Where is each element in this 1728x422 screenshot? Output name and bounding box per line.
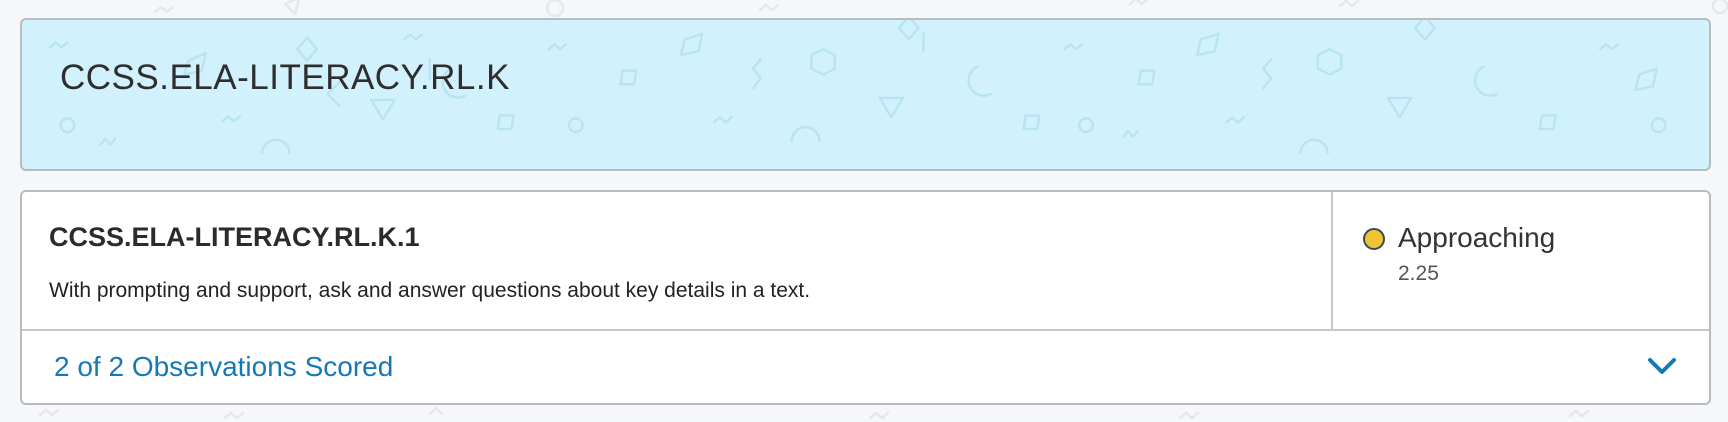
standard-header: CCSS.ELA-LITERACY.RL.K [20, 18, 1711, 171]
observations-toggle[interactable]: 2 of 2 Observations Scored [22, 331, 1709, 403]
mastery-status-panel: Approaching 2.25 [1335, 192, 1709, 329]
status-score: 2.25 [1398, 262, 1439, 285]
substandard-code: CCSS.ELA-LITERACY.RL.K.1 [49, 222, 420, 252]
card-top-section: CCSS.ELA-LITERACY.RL.K.1 With prompting … [22, 192, 1709, 331]
standard-title: CCSS.ELA-LITERACY.RL.K [60, 58, 510, 97]
substandard-details: CCSS.ELA-LITERACY.RL.K.1 With prompting … [22, 192, 1333, 329]
substandard-description: With prompting and support, ask and answ… [49, 279, 811, 302]
substandard-card: CCSS.ELA-LITERACY.RL.K.1 With prompting … [20, 190, 1711, 405]
chevron-down-icon[interactable] [1647, 355, 1677, 377]
status-label: Approaching [1398, 222, 1556, 253]
observations-scored-link[interactable]: 2 of 2 Observations Scored [54, 351, 393, 383]
status-dot-icon [1363, 228, 1385, 250]
